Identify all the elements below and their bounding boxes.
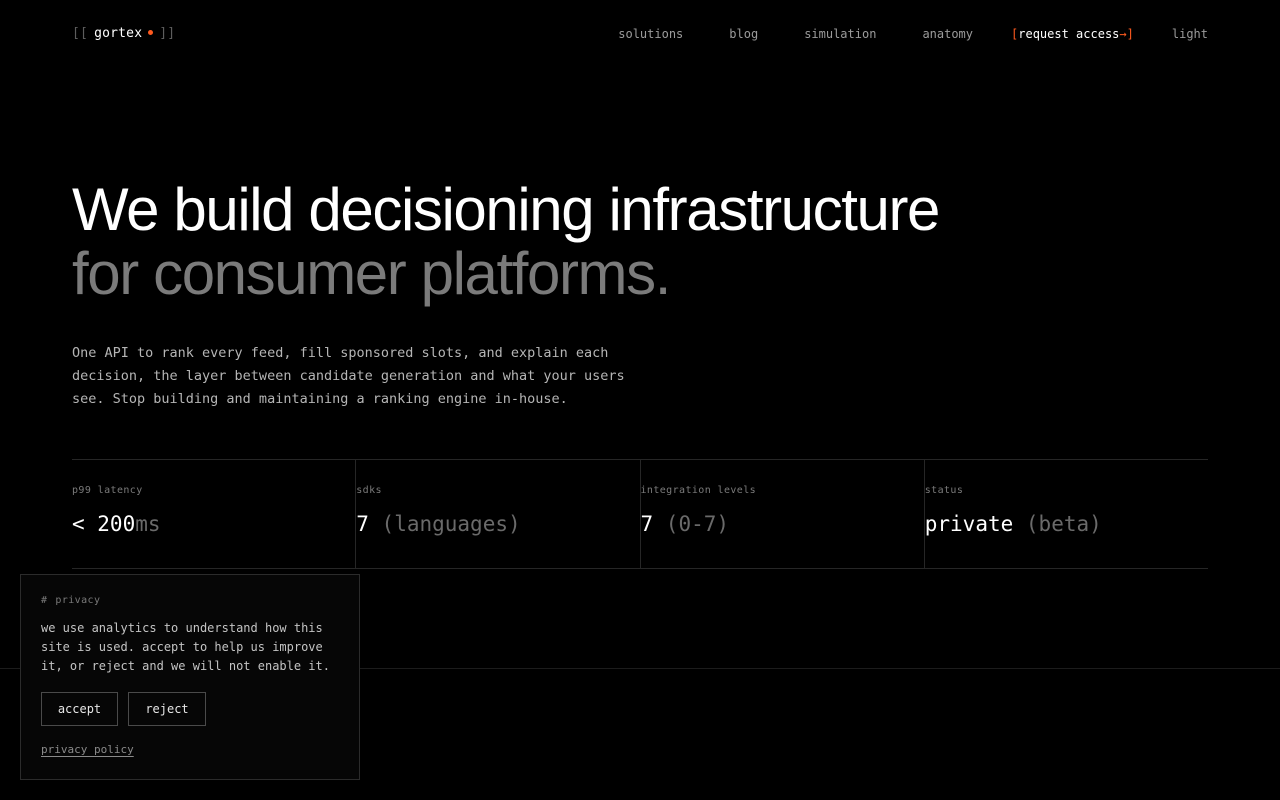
stat-value-suffix: ms <box>135 512 161 536</box>
main-nav: solutions blog simulation anatomy [reque… <box>572 20 1208 48</box>
nav-item-solutions[interactable]: solutions <box>618 27 683 41</box>
logo-dot-icon <box>148 30 154 35</box>
hero-description: One API to rank every feed, fill sponsor… <box>72 345 625 407</box>
nav-item-blog[interactable]: blog <box>729 27 758 41</box>
accept-button[interactable]: accept <box>41 692 118 726</box>
stats-row: p99 latency < 200ms sdks 7 (languages) i… <box>72 459 1208 569</box>
stat-label: status <box>924 485 964 496</box>
reject-button[interactable]: reject <box>128 692 206 726</box>
arrow-right-icon: → <box>1119 27 1127 41</box>
nav-item-anatomy[interactable]: anatomy <box>922 27 973 41</box>
privacy-panel: # privacy we use analytics to understand … <box>20 574 360 780</box>
logo-open-bracket: [[ <box>72 26 89 41</box>
privacy-text: we use analytics to understand how this … <box>41 621 330 673</box>
logo-close-bracket: ]] <box>159 26 176 41</box>
privacy-heading: # privacy <box>41 595 100 606</box>
theme-toggle[interactable]: light <box>1172 27 1208 41</box>
stat-value-suffix: (0-7) <box>653 512 730 536</box>
request-access-label: request access <box>1018 27 1120 41</box>
privacy-policy-link[interactable]: privacy policy <box>41 743 134 756</box>
stat-value-main: 7 <box>356 512 369 536</box>
stat-value-main: 7 <box>640 512 654 536</box>
stat-status: status private (beta) <box>925 460 1208 568</box>
stat-value-suffix: (beta) <box>1013 512 1102 536</box>
stat-label: integration levels <box>640 485 757 496</box>
stat-integration-levels: integration levels 7 (0-7) <box>641 460 925 568</box>
request-close-bracket: ] <box>1126 27 1134 41</box>
logo-wordmark: gortex <box>94 26 143 41</box>
privacy-title: privacy <box>55 595 101 606</box>
site-header: [[ gortex]] solutions blog simulation ana… <box>72 20 1208 48</box>
nav-item-simulation[interactable]: simulation <box>804 27 876 41</box>
stat-value-suffix: (languages) <box>368 512 521 536</box>
request-access-button[interactable]: [request access→] <box>1011 27 1134 41</box>
stat-value: private (beta) <box>925 512 1102 536</box>
stat-value-main: private <box>924 512 1014 536</box>
hash-icon: # <box>41 595 48 606</box>
hero-title: We build decisioning infrastructure for … <box>72 176 940 307</box>
stat-sdks: sdks 7 (languages) <box>356 460 641 568</box>
stat-label: sdks <box>356 485 382 496</box>
stat-value-main: < 200 <box>72 512 136 536</box>
logo[interactable]: [[ gortex]] <box>72 20 175 48</box>
stat-value: 7 (languages) <box>356 512 520 536</box>
stat-value: < 200ms <box>72 512 161 536</box>
hero-title-line2: for consumer platforms. <box>72 240 671 307</box>
stat-label: p99 latency <box>72 485 143 496</box>
stat-latency: p99 latency < 200ms <box>72 460 357 568</box>
hero-title-line1: We build decisioning infrastructure <box>72 176 940 243</box>
stat-value: 7 (0-7) <box>641 512 730 536</box>
